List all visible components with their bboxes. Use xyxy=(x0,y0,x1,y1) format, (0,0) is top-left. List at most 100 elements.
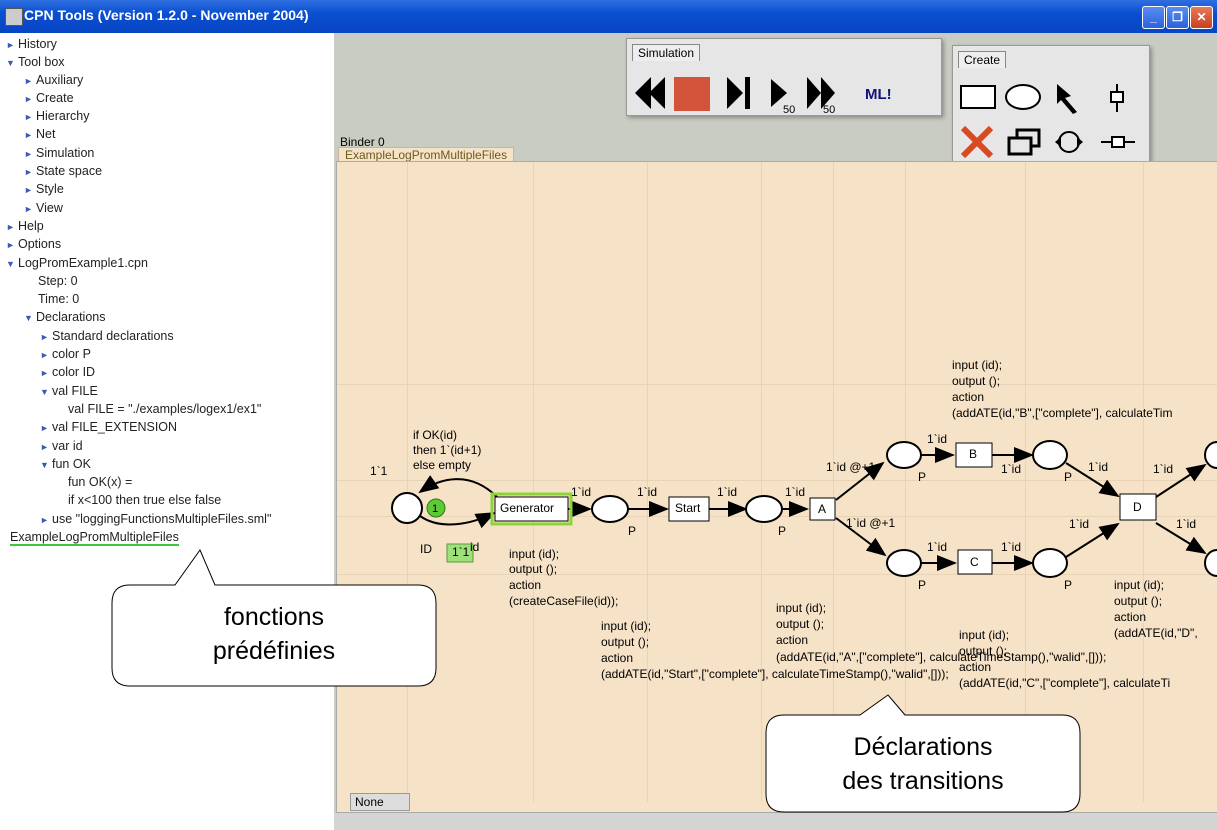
expand-arrow-icon: ► xyxy=(24,94,33,104)
code-line: output (); xyxy=(509,562,558,576)
code-line: action xyxy=(1114,610,1147,624)
play-icon[interactable] xyxy=(771,79,787,107)
expand-arrow-icon: ► xyxy=(40,350,49,360)
tab-none[interactable]: None xyxy=(350,793,410,811)
create-arc-icon[interactable] xyxy=(1057,84,1077,114)
decl-val-file[interactable]: ▼ val FILE xyxy=(40,382,98,400)
code-line: input (id); xyxy=(509,547,560,561)
ml-evaluate-icon[interactable]: ML! xyxy=(865,86,892,103)
decl-standard[interactable]: ► Standard declarations xyxy=(40,327,174,345)
time-counter: Time: 0 xyxy=(38,292,80,306)
arc-direction-icon[interactable] xyxy=(1055,131,1083,153)
expand-arrow-icon: ► xyxy=(24,185,33,195)
index-item-page[interactable]: ExampleLogPromMultipleFiles xyxy=(10,528,179,546)
collapse-arrow-icon: ▼ xyxy=(40,460,49,470)
place-id[interactable] xyxy=(391,492,423,524)
decl-color-id[interactable]: ► color ID xyxy=(40,363,95,381)
collapse-arrow-icon: ▼ xyxy=(40,387,49,397)
expand-arrow-icon: ► xyxy=(40,332,49,342)
index-item-net[interactable]: ► Net xyxy=(24,125,55,143)
create-place-icon[interactable] xyxy=(1005,84,1041,110)
step-icon[interactable] xyxy=(727,77,750,109)
grid-line xyxy=(533,162,534,802)
rewind-icon[interactable] xyxy=(635,77,665,109)
clone-icon[interactable] xyxy=(1007,128,1041,156)
index-item-style[interactable]: ► Style xyxy=(24,180,64,198)
collapse-arrow-icon: ▼ xyxy=(6,259,15,269)
index-item-help[interactable]: ► Help xyxy=(6,217,44,235)
index-item-hierarchy[interactable]: ► Hierarchy xyxy=(24,107,90,125)
close-button[interactable]: ✕ xyxy=(1190,6,1213,29)
grid-line xyxy=(337,384,1217,385)
arc-label: 1`id xyxy=(1153,462,1174,476)
expand-arrow-icon: ► xyxy=(24,130,33,140)
create-palette: Create xyxy=(952,45,1150,169)
decl-val-file-text[interactable]: val FILE = "./examples/logex1/ex1" xyxy=(68,400,261,418)
code-line: action xyxy=(959,660,992,674)
decl-fun-ok-line1[interactable]: fun OK(x) = xyxy=(68,473,132,491)
index-item-history[interactable]: ► History xyxy=(6,35,57,53)
arc-label: 1`id xyxy=(637,485,658,499)
code-line: action xyxy=(776,633,809,647)
place-type-p: P xyxy=(918,578,927,592)
arc-label: 1`id xyxy=(785,485,806,499)
stop-icon[interactable] xyxy=(674,77,710,111)
grid-line xyxy=(647,162,648,802)
index-item-state-space[interactable]: ► State space xyxy=(24,162,102,180)
place-pb[interactable] xyxy=(886,441,922,469)
index-item-simulation[interactable]: ► Simulation xyxy=(24,144,94,162)
code-line: output (); xyxy=(952,374,1001,388)
transition-c-label: C xyxy=(970,555,979,569)
place-type-id: ID xyxy=(420,542,432,556)
arc-label: 1`id xyxy=(927,432,948,446)
decl-val-file-ext[interactable]: ► val FILE_EXTENSION xyxy=(40,418,177,436)
workspace[interactable]: Simulation 50 50 ML! Create Binder 0 Exa… xyxy=(334,33,1217,830)
expand-arrow-icon: ► xyxy=(24,149,33,159)
decl-color-p[interactable]: ► color P xyxy=(40,345,91,363)
code-line: input (id); xyxy=(952,358,1003,372)
index-item-auxiliary[interactable]: ► Auxiliary xyxy=(24,71,83,89)
expand-arrow-icon: ► xyxy=(6,222,15,232)
minimize-button[interactable]: _ xyxy=(1142,6,1165,29)
decl-fun-ok[interactable]: ▼ fun OK xyxy=(40,455,91,473)
place-pc2[interactable] xyxy=(1032,548,1068,578)
arc-guard-line3: else empty xyxy=(413,458,472,472)
grid-line xyxy=(407,162,408,802)
index-item-create[interactable]: ► Create xyxy=(24,89,74,107)
place-p2[interactable] xyxy=(745,495,783,523)
decl-var-id[interactable]: ► var id xyxy=(40,437,83,455)
expand-arrow-icon: ► xyxy=(40,368,49,378)
token-count-text: 1 xyxy=(432,503,438,515)
index-item-net-file[interactable]: ▼ LogPromExample1.cpn xyxy=(6,254,148,272)
net-canvas[interactable] xyxy=(336,161,1217,813)
grid-line xyxy=(1143,162,1144,802)
arc-label: 1`id xyxy=(1001,462,1022,476)
code-line: action xyxy=(952,390,985,404)
arc-label-delay: 1`id @+1 xyxy=(846,516,896,530)
index-item-view[interactable]: ► View xyxy=(24,199,63,217)
callout-right-text: Déclarations des transitions xyxy=(766,730,1080,798)
delete-icon[interactable] xyxy=(960,125,994,159)
create-transition-icon[interactable] xyxy=(960,85,996,109)
fusion-set-icon[interactable] xyxy=(1101,136,1135,148)
index-item-toolbox[interactable]: ▼ Tool box xyxy=(6,53,65,71)
arc-label: 1`id xyxy=(1001,540,1022,554)
callout-right-line1: Déclarations xyxy=(853,733,993,761)
decl-fun-ok-line2[interactable]: if x<100 then true else false xyxy=(68,491,221,509)
create-port-icon[interactable] xyxy=(1110,84,1124,112)
index-item-options[interactable]: ► Options xyxy=(6,235,61,253)
code-line: output (); xyxy=(601,635,650,649)
decl-use-file[interactable]: ► use "loggingFunctionsMultipleFiles.sml" xyxy=(40,510,271,528)
expand-arrow-icon: ► xyxy=(24,167,33,177)
index-item-declarations[interactable]: ▼ Declarations xyxy=(24,308,105,326)
place-pb2[interactable] xyxy=(1032,440,1068,470)
callout-right-line2: des transitions xyxy=(842,767,1004,795)
tab-page[interactable]: ExampleLogPromMultipleFiles xyxy=(338,147,515,162)
maximize-button[interactable]: ❐ xyxy=(1166,6,1189,29)
status-bar xyxy=(334,813,1217,830)
place-pc[interactable] xyxy=(886,549,922,577)
code-line: (addATE(id,"B",["complete"], calculateTi… xyxy=(952,406,1173,420)
expand-arrow-icon: ► xyxy=(24,112,33,122)
place-p1[interactable] xyxy=(591,495,629,523)
step-counter: Step: 0 xyxy=(38,274,78,288)
